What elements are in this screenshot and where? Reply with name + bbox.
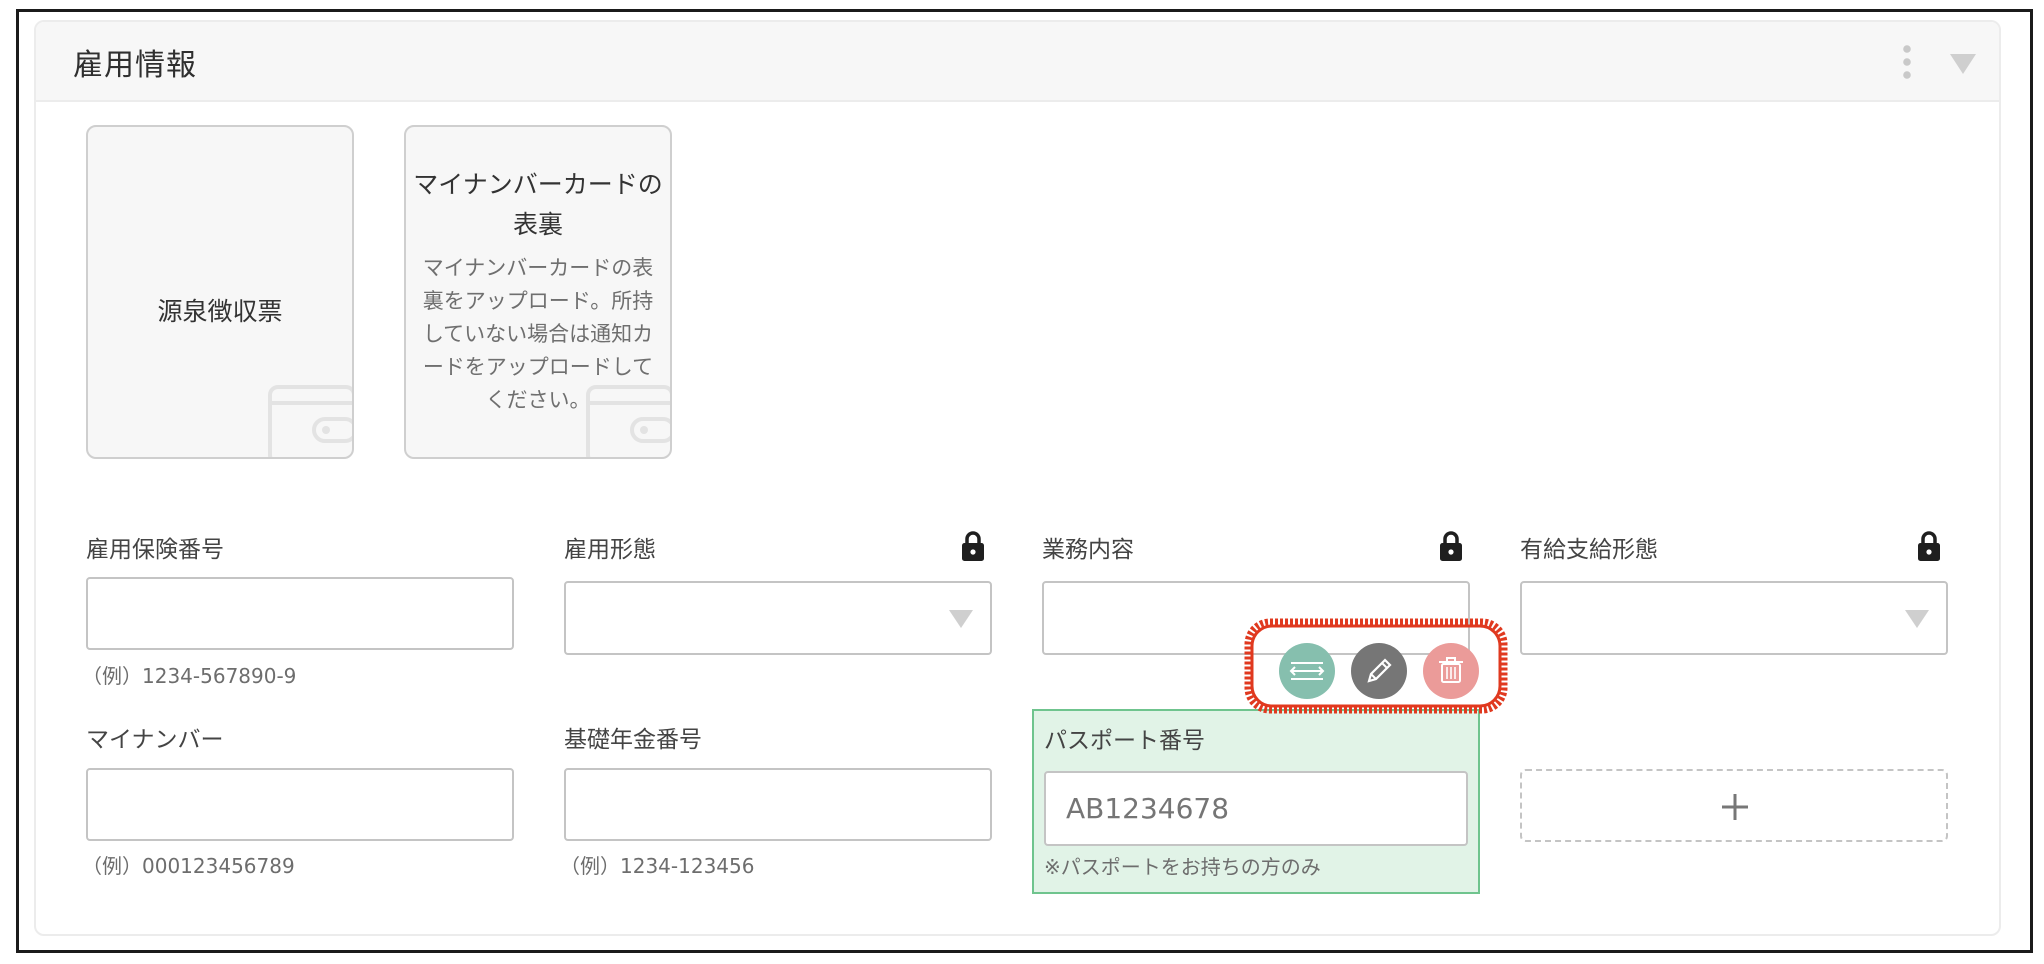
label-employment-insurance-number: 雇用保険番号 (86, 537, 224, 563)
card-title-line2: 表裏 (512, 210, 563, 239)
lock-icon (962, 531, 984, 561)
passport-number-input[interactable] (1044, 771, 1468, 846)
lock-icon (1440, 531, 1462, 561)
basic-pension-number-hint: （例）1234-123456 (560, 854, 755, 878)
trash-icon (1439, 657, 1463, 683)
basic-pension-number-input[interactable] (564, 768, 992, 841)
card-title-line1: マイナンバーカードの (413, 170, 663, 199)
kebab-menu-icon[interactable] (1900, 44, 1914, 80)
label-employment-type: 雇用形態 (564, 537, 656, 563)
edit-field-button[interactable] (1351, 643, 1407, 699)
label-job-description: 業務内容 (1042, 537, 1134, 563)
swap-field-button[interactable] (1279, 643, 1335, 699)
upload-card-my-number-card[interactable]: マイナンバーカードの 表裏 マイナンバーカードの表 裏をアップロード。所持 して… (404, 125, 672, 459)
label-paid-leave-type: 有給支給形態 (1520, 537, 1658, 563)
employment-type-select[interactable] (564, 581, 992, 655)
label-basic-pension-number: 基礎年金番号 (564, 727, 702, 753)
delete-field-button[interactable] (1423, 643, 1479, 699)
field-action-toolbar (1242, 616, 1510, 716)
paid-leave-type-select[interactable] (1520, 581, 1948, 655)
swap-icon (1289, 662, 1325, 680)
section-title: 雇用情報 (73, 48, 197, 83)
employment-insurance-number-hint: （例）1234-567890-9 (82, 664, 297, 688)
my-number-hint: （例）000123456789 (82, 854, 295, 878)
label-my-number: マイナンバー (86, 727, 224, 753)
card-title: 源泉徴収票 (157, 297, 283, 326)
add-field-button[interactable] (1520, 769, 1948, 842)
chevron-down-icon (1905, 610, 1929, 628)
section-header: 雇用情報 (36, 22, 1999, 102)
label-passport-number: パスポート番号 (1044, 728, 1205, 754)
lock-icon (1918, 531, 1940, 561)
passport-note: ※パスポートをお持ちの方のみ (1044, 855, 1321, 879)
wallet-icon (268, 385, 352, 457)
employment-insurance-number-input[interactable] (86, 577, 514, 650)
upload-card-withholding-slip[interactable]: 源泉徴収票 (86, 125, 354, 459)
collapse-triangle-icon[interactable] (1948, 52, 1978, 76)
wallet-icon (586, 385, 670, 457)
chevron-down-icon (949, 610, 973, 628)
plus-icon (1722, 794, 1748, 820)
pencil-icon (1367, 658, 1392, 683)
my-number-input[interactable] (86, 768, 514, 841)
